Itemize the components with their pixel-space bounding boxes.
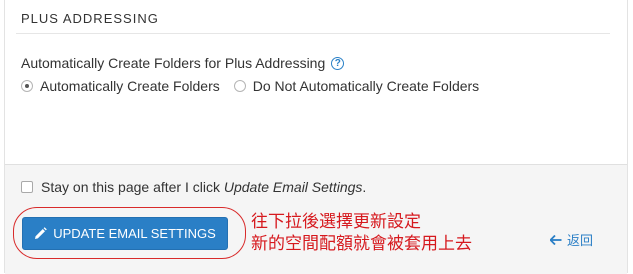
annotation-line-2: 新的空間配額就會被套用上去 [251,234,472,254]
radio-no-auto-create[interactable] [233,80,246,92]
folder-option-group: Automatically Create Folders Do Not Auto… [21,78,493,94]
stay-emphasis: Update Email Settings [223,179,363,195]
update-email-settings-button[interactable]: UPDATE EMAIL SETTINGS [22,217,228,250]
section-divider [16,33,610,34]
arrow-left-icon [550,234,562,245]
section-title: PLUS ADDRESSING [21,11,159,26]
help-icon[interactable]: ? [331,56,345,70]
option-no-auto-create[interactable]: Do Not Automatically Create Folders [233,78,480,94]
annotation-line-1: 往下拉後選擇更新設定 [251,212,421,232]
radio-auto-create[interactable] [21,80,33,92]
plus-addressing-label: Automatically Create Folders for Plus Ad… [21,55,345,71]
stay-suffix: . [362,179,367,195]
back-link[interactable]: 返回 [550,230,593,249]
field-label-text: Automatically Create Folders for Plus Ad… [21,55,326,71]
option-no-auto-create-label: Do Not Automatically Create Folders [252,78,480,94]
stay-on-page-checkbox[interactable] [21,181,33,193]
form-footer: Stay on this page after I click Update E… [5,164,627,274]
stay-prefix: Stay on this page after I click [41,179,224,195]
stay-on-page-text: Stay on this page after I click Update E… [41,179,366,195]
back-label: 返回 [567,233,594,248]
option-auto-create[interactable]: Automatically Create Folders [21,78,220,94]
update-button-label: UPDATE EMAIL SETTINGS [53,226,216,241]
stay-on-page-row[interactable]: Stay on this page after I click Update E… [21,179,366,195]
option-auto-create-label: Automatically Create Folders [40,78,220,94]
pencil-icon [34,227,48,240]
annotation-note: 往下拉後選擇更新設定 新的空間配額就會被套用上去 [251,211,472,255]
